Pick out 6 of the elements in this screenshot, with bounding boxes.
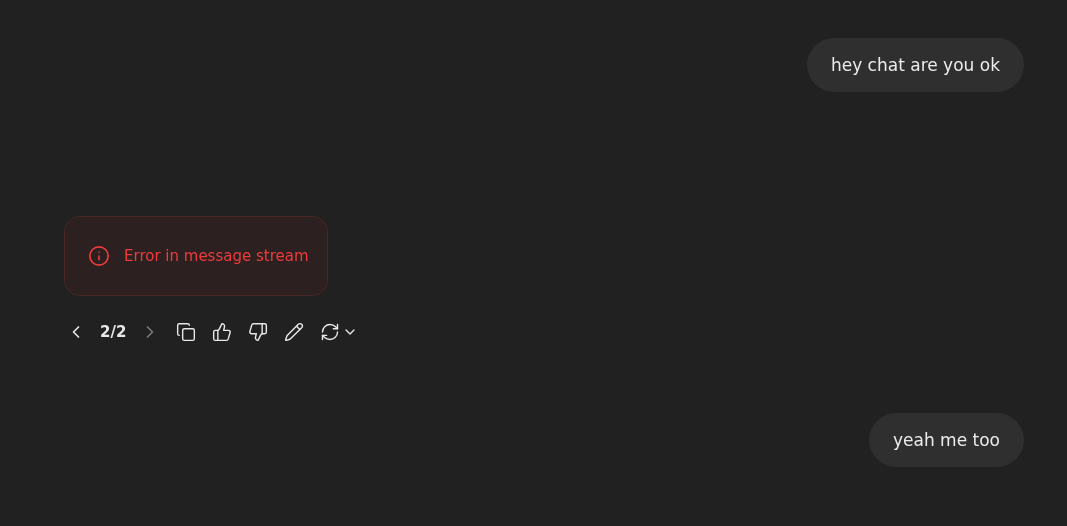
info-icon [88,245,110,267]
user-message: hey chat are you ok [806,38,1024,92]
user-message: yeah me too [869,413,1024,467]
page-counter: 2/2 [100,323,127,341]
error-text: Error in message stream [124,247,309,265]
refresh-icon [320,322,341,342]
